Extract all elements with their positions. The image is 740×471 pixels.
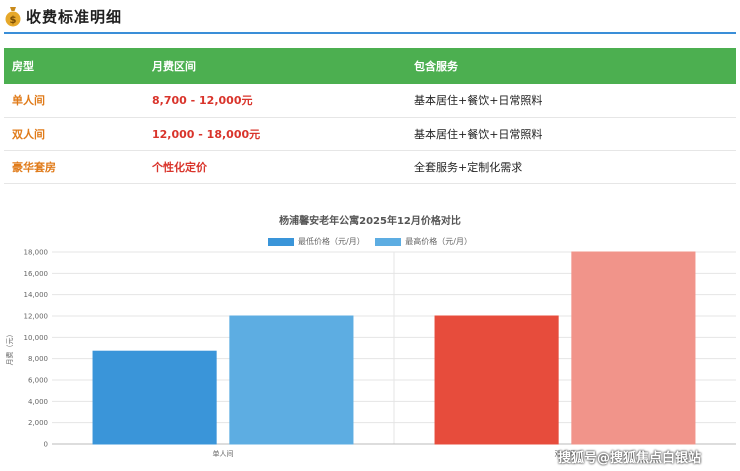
bar-min [92, 350, 217, 445]
services-cell: 基本居住+餐饮+日常照料 [406, 84, 736, 118]
y-tick-label: 18,000 [24, 249, 49, 257]
bar-min [434, 315, 559, 445]
table-header-row: 房型 月费区间 包含服务 [4, 48, 736, 84]
room-type-cell: 双人间 [4, 117, 144, 151]
price-range-cell: 个性化定价 [144, 150, 406, 184]
money-bag-icon: $ [5, 7, 21, 27]
column-header-room-type: 房型 [4, 48, 144, 84]
y-tick-label: 14,000 [24, 291, 49, 299]
price-range-cell: 8,700 - 12,000元 [144, 84, 406, 118]
bar-max [571, 251, 696, 445]
watermark-text: 搜狐号@搜狐焦点白银站 [558, 451, 702, 466]
y-axis-label: 月费（元） [5, 331, 14, 366]
price-table: 房型 月费区间 包含服务 单人间 8,700 - 12,000元 基本居住+餐饮… [4, 48, 736, 184]
table-row: 单人间 8,700 - 12,000元 基本居住+餐饮+日常照料 [4, 84, 736, 118]
services-cell: 全套服务+定制化需求 [406, 150, 736, 184]
price-comparison-chart: 0 2,000 4,000 6,000 8,000 10,000 12,000 14,000 1… [5, 249, 736, 458]
y-tick-label: 2,000 [28, 419, 48, 427]
y-tick-label: 6,000 [28, 377, 48, 385]
y-tick-label: 10,000 [24, 334, 49, 342]
y-tick-label: 0 [44, 441, 48, 449]
y-tick-label: 4,000 [28, 398, 48, 406]
x-tick-label: 单人间 [213, 449, 234, 458]
room-type-cell: 豪华套房 [4, 150, 144, 184]
header-divider [4, 32, 736, 34]
price-range-cell: 12,000 - 18,000元 [144, 117, 406, 151]
room-type-cell: 单人间 [4, 84, 144, 118]
table-row: 双人间 12,000 - 18,000元 基本居住+餐饮+日常照料 [4, 117, 736, 151]
column-header-services: 包含服务 [406, 48, 736, 84]
y-tick-label: 12,000 [24, 313, 49, 321]
table-row: 豪华套房 个性化定价 全套服务+定制化需求 [4, 150, 736, 184]
bar-max [229, 315, 354, 445]
svg-text:$: $ [10, 15, 17, 26]
services-cell: 基本居住+餐饮+日常照料 [406, 117, 736, 151]
chart-title: 杨浦馨安老年公寓2025年12月价格对比 [279, 216, 461, 227]
y-tick-label: 16,000 [24, 270, 49, 278]
section-header: $ 收费标准明细 [0, 0, 740, 36]
y-tick-label: 8,000 [28, 355, 48, 363]
page-title: 收费标准明细 [26, 8, 123, 26]
column-header-price-range: 月费区间 [144, 48, 406, 84]
